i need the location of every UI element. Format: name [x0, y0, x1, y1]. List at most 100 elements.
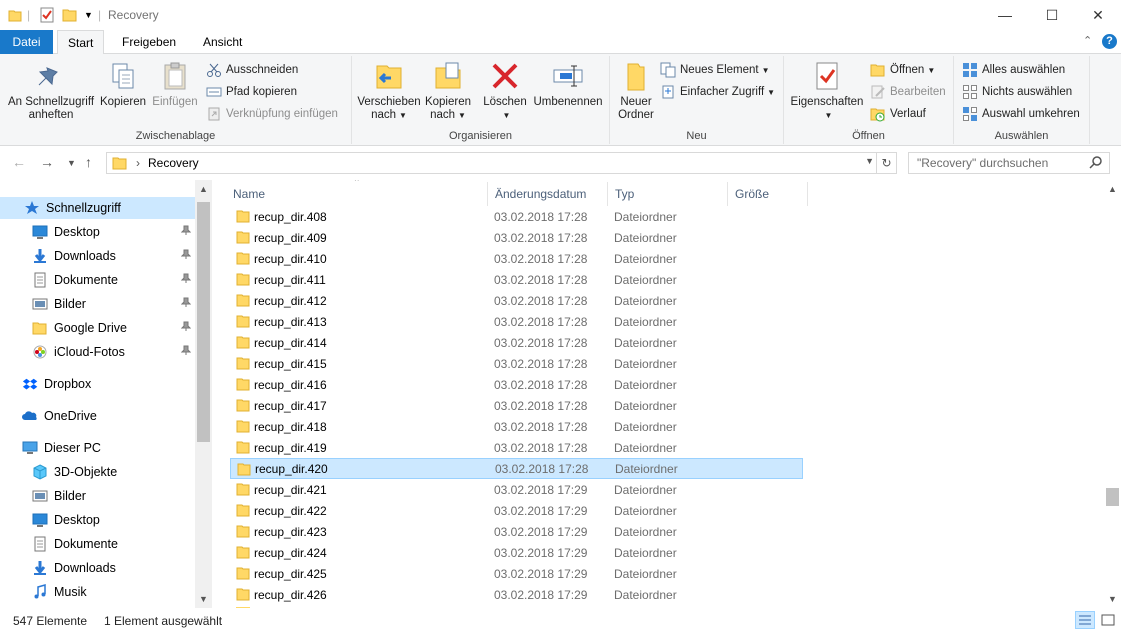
- scrollbar-thumb[interactable]: [1106, 488, 1119, 506]
- scrollbar-thumb[interactable]: [197, 202, 210, 442]
- up-arrow-icon[interactable]: ↑: [85, 154, 92, 170]
- table-row[interactable]: recup_dir.421 03.02.2018 17:29 Dateiordner: [230, 479, 803, 500]
- table-row[interactable]: recup_dir.418 03.02.2018 17:28 Dateiordner: [230, 416, 803, 437]
- table-row[interactable]: recup_dir.409 03.02.2018 17:28 Dateiordner: [230, 227, 803, 248]
- table-row[interactable]: recup_dir.422 03.02.2018 17:29 Dateiordner: [230, 500, 803, 521]
- back-arrow-icon[interactable]: ←: [12, 154, 26, 170]
- breadcrumb-recovery[interactable]: Recovery: [148, 156, 199, 170]
- edit-button[interactable]: Bearbeiten: [870, 82, 946, 102]
- sidebar-item-icloud-fotos[interactable]: iCloud-Fotos: [0, 341, 195, 363]
- sidebar-item-desktop[interactable]: Desktop: [0, 509, 195, 531]
- sidebar-item-bilder[interactable]: Bilder: [0, 293, 195, 315]
- sidebar-item-3d-objekte[interactable]: 3D-Objekte: [0, 461, 195, 483]
- new-item-button[interactable]: Neues Element ▼: [660, 60, 770, 80]
- new-folder-quick-icon[interactable]: [62, 6, 78, 24]
- close-button[interactable]: ✕: [1075, 0, 1121, 30]
- file-list-scrollbar[interactable]: ▲ ▼: [1104, 180, 1121, 608]
- refresh-icon[interactable]: ↻: [876, 153, 896, 173]
- easy-access-button[interactable]: Einfacher Zugriff ▼: [660, 82, 775, 102]
- pin-icon[interactable]: [180, 297, 192, 310]
- nav-onedrive[interactable]: OneDrive: [0, 405, 195, 427]
- select-all-button[interactable]: Alles auswählen: [962, 60, 1065, 80]
- table-row[interactable]: recup_dir.410 03.02.2018 17:28 Dateiordner: [230, 248, 803, 269]
- table-row[interactable]: recup_dir.424 03.02.2018 17:29 Dateiordner: [230, 542, 803, 563]
- cut-button[interactable]: Ausschneiden: [206, 60, 298, 80]
- table-row[interactable]: recup_dir.412 03.02.2018 17:28 Dateiordner: [230, 290, 803, 311]
- select-none-button[interactable]: Nichts auswählen: [962, 82, 1072, 102]
- copy-button[interactable]: Kopieren: [98, 60, 148, 109]
- table-row[interactable]: recup_dir.419 03.02.2018 17:28 Dateiordner: [230, 437, 803, 458]
- open-button[interactable]: Öffnen ▼: [870, 60, 935, 80]
- forward-arrow-icon[interactable]: →: [40, 154, 54, 170]
- tab-view[interactable]: Ansicht: [193, 30, 252, 54]
- address-dropdown-chevron-icon[interactable]: ▼: [865, 156, 874, 166]
- table-row[interactable]: recup_dir.425 03.02.2018 17:29 Dateiordner: [230, 563, 803, 584]
- address-bar[interactable]: › Recovery ▼ ↻: [106, 152, 897, 174]
- sidebar-item-downloads[interactable]: Downloads: [0, 245, 195, 267]
- clipboard-icon: [159, 60, 191, 92]
- pin-icon[interactable]: [180, 321, 192, 334]
- group-new: Neuer Ordner Neues Element ▼ Einfacher Zu…: [610, 56, 784, 144]
- copy-path-button[interactable]: Pfad kopieren: [206, 82, 297, 102]
- sidebar-item-musik[interactable]: Musik: [0, 581, 195, 603]
- maximize-button[interactable]: ☐: [1029, 0, 1075, 30]
- properties-quick-icon[interactable]: [39, 6, 55, 24]
- delete-button[interactable]: Löschen ▼: [480, 60, 530, 122]
- invert-selection-button[interactable]: Auswahl umkehren: [962, 104, 1080, 124]
- help-icon[interactable]: ?: [1102, 34, 1117, 49]
- pin-icon[interactable]: [180, 273, 192, 286]
- sidebar-item-desktop[interactable]: Desktop: [0, 221, 195, 243]
- pin-icon[interactable]: [180, 249, 192, 262]
- minimize-button[interactable]: —: [982, 0, 1028, 30]
- pin-icon[interactable]: [180, 345, 192, 358]
- scroll-down-icon[interactable]: ▼: [199, 594, 208, 604]
- column-header-type[interactable]: Typ: [608, 182, 728, 206]
- search-input[interactable]: "Recovery" durchsuchen: [908, 152, 1110, 174]
- large-icons-view-icon[interactable]: [1099, 611, 1117, 629]
- sidebar-item-dokumente[interactable]: Dokumente: [0, 269, 195, 291]
- move-to-button[interactable]: Verschieben nach ▼: [356, 60, 422, 122]
- column-header-name[interactable]: Name: [226, 182, 488, 206]
- column-header-date[interactable]: Änderungsdatum: [488, 182, 608, 206]
- scroll-up-icon[interactable]: ▲: [199, 184, 208, 194]
- table-row[interactable]: recup_dir.408 03.02.2018 17:28 Dateiordner: [230, 206, 803, 227]
- column-header-size[interactable]: Größe: [728, 182, 808, 206]
- table-row[interactable]: recup_dir.413 03.02.2018 17:28 Dateiordner: [230, 311, 803, 332]
- tab-start[interactable]: Start: [57, 30, 105, 55]
- customize-quick-access-icon[interactable]: ▼: [84, 6, 93, 24]
- details-view-icon[interactable]: [1075, 611, 1095, 629]
- table-row[interactable]: recup_dir.415 03.02.2018 17:28 Dateiordner: [230, 353, 803, 374]
- table-row[interactable]: recup_dir.411 03.02.2018 17:28 Dateiordner: [230, 269, 803, 290]
- new-folder-button[interactable]: Neuer Ordner: [614, 60, 658, 122]
- nav-this-pc[interactable]: Dieser PC: [0, 437, 195, 459]
- properties-button[interactable]: Eigenschaften ▼: [788, 60, 866, 122]
- paste-shortcut-button[interactable]: Verknüpfung einfügen: [206, 104, 338, 124]
- sidebar-item-google-drive[interactable]: Google Drive: [0, 317, 195, 339]
- tab-file[interactable]: Datei: [0, 30, 53, 54]
- sidebar-item-downloads[interactable]: Downloads: [0, 557, 195, 579]
- rename-button[interactable]: Umbenennen: [530, 60, 606, 109]
- copy-to-button[interactable]: Kopieren nach ▼: [422, 60, 474, 122]
- scroll-down-icon[interactable]: ▼: [1108, 594, 1117, 604]
- table-row[interactable]: recup_dir.426 03.02.2018 17:29 Dateiordner: [230, 584, 803, 605]
- scroll-up-icon[interactable]: ▲: [1108, 184, 1117, 194]
- table-row[interactable]: recup_dir.420 03.02.2018 17:28 Dateiordner: [230, 458, 803, 479]
- folder-icon: [236, 440, 250, 454]
- nav-quick-access[interactable]: Schnellzugriff: [0, 197, 195, 219]
- history-button[interactable]: Verlauf: [870, 104, 926, 124]
- recent-locations-chevron-icon[interactable]: ▼: [67, 158, 76, 168]
- pin-icon[interactable]: [180, 225, 192, 238]
- table-row[interactable]: recup_dir.417 03.02.2018 17:28 Dateiordner: [230, 395, 803, 416]
- nav-dropbox[interactable]: Dropbox: [0, 373, 195, 395]
- pin-quick-access-button[interactable]: An Schnellzugriff anheften: [4, 60, 98, 122]
- tab-share[interactable]: Freigeben: [112, 30, 186, 54]
- paste-button[interactable]: Einfügen: [150, 60, 200, 109]
- copy-icon: [107, 60, 139, 92]
- sidebar-item-bilder[interactable]: Bilder: [0, 485, 195, 507]
- sidebar-item-dokumente[interactable]: Dokumente: [0, 533, 195, 555]
- navigation-scrollbar[interactable]: ▲ ▼: [195, 180, 212, 608]
- table-row[interactable]: recup_dir.414 03.02.2018 17:28 Dateiordner: [230, 332, 803, 353]
- table-row[interactable]: recup_dir.416 03.02.2018 17:28 Dateiordner: [230, 374, 803, 395]
- collapse-ribbon-icon[interactable]: ⌃: [1083, 34, 1092, 47]
- table-row[interactable]: recup_dir.423 03.02.2018 17:29 Dateiordner: [230, 521, 803, 542]
